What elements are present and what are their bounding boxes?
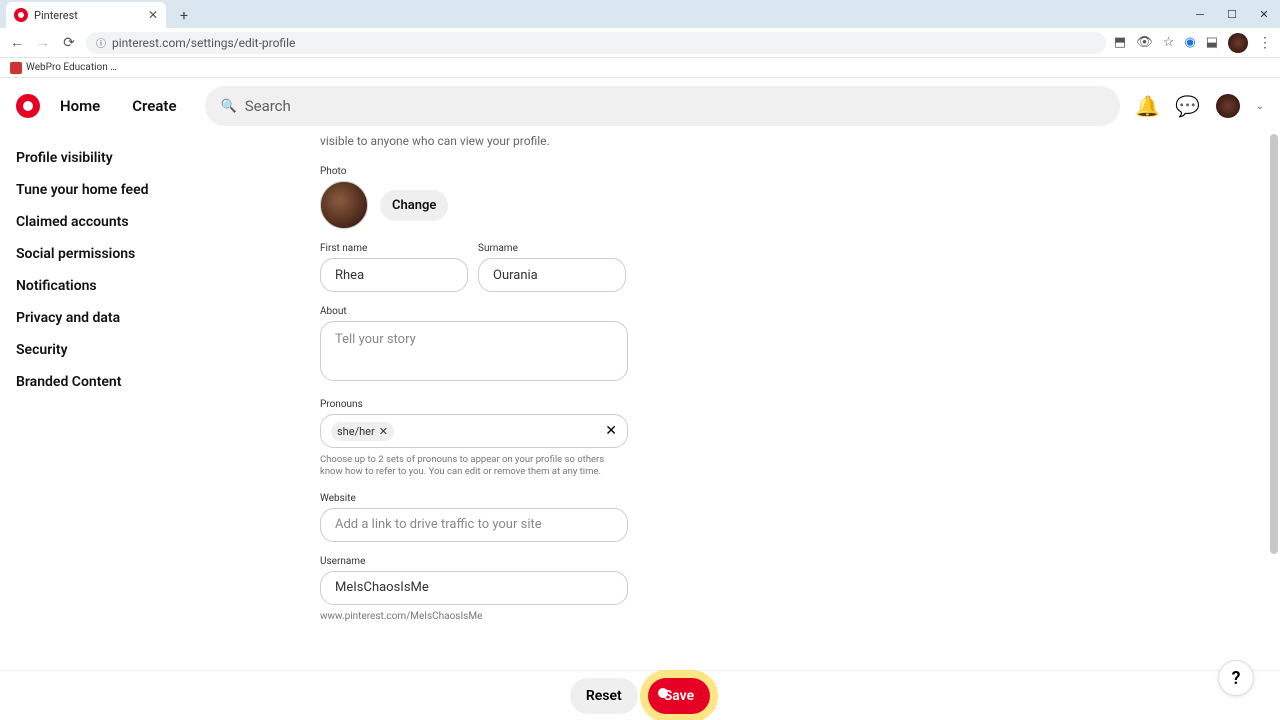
search-placeholder: Search (245, 97, 291, 115)
address-bar: ← → ⟳ ⓘ pinterest.com/settings/edit-prof… (0, 28, 1280, 58)
browser-tab-strip: Pinterest ✕ + ─ ☐ ✕ (0, 0, 1280, 28)
website-input[interactable] (320, 508, 628, 542)
pronouns-input[interactable]: she/her ✕ ✕ (320, 414, 628, 448)
reload-icon[interactable]: ⟳ (60, 34, 78, 52)
notifications-icon[interactable]: 🔔 (1136, 94, 1160, 118)
clear-pronouns-icon[interactable]: ✕ (605, 423, 617, 439)
search-icon: 🔍 (221, 99, 237, 114)
username-label: Username (320, 556, 1280, 567)
chrome-profile-avatar[interactable] (1228, 33, 1248, 53)
sidebar-item-notifications[interactable]: Notifications (16, 270, 224, 302)
scrollbar-thumb[interactable] (1270, 134, 1278, 554)
about-input[interactable] (320, 321, 628, 381)
sidebar-item-security[interactable]: Security (16, 334, 224, 366)
pronouns-help: Choose up to 2 sets of pronouns to appea… (320, 454, 628, 479)
pinterest-favicon-icon (14, 8, 28, 22)
reset-button[interactable]: Reset (570, 678, 638, 714)
cursor-icon (658, 688, 668, 698)
username-url: www.pinterest.com/MeIsChaosIsMe (320, 611, 1280, 622)
chrome-menu-icon[interactable]: ⋮ (1258, 35, 1272, 51)
minimize-icon[interactable]: ─ (1184, 0, 1216, 28)
first-name-label: First name (320, 243, 468, 254)
eye-off-icon[interactable]: 👁 (1136, 35, 1153, 50)
url-input[interactable]: ⓘ pinterest.com/settings/edit-profile (86, 32, 1106, 54)
remove-chip-icon[interactable]: ✕ (379, 425, 388, 438)
edit-profile-form: visible to anyone who can view your prof… (240, 134, 1280, 720)
sidebar-item-profile-visibility[interactable]: Profile visibility (16, 142, 224, 174)
website-label: Website (320, 493, 1280, 504)
close-icon[interactable]: ✕ (148, 8, 158, 22)
save-button[interactable]: Save (648, 678, 710, 714)
pronouns-label: Pronouns (320, 399, 1280, 410)
username-input[interactable] (320, 571, 628, 605)
form-hint: visible to anyone who can view your prof… (320, 134, 1280, 148)
install-icon[interactable]: ⬒ (1114, 35, 1126, 50)
profile-avatar[interactable] (1216, 94, 1240, 118)
messages-icon[interactable]: 💬 (1176, 94, 1200, 118)
star-icon[interactable]: ☆ (1163, 35, 1175, 50)
new-tab-button[interactable]: + (172, 4, 196, 28)
pronoun-chip-text: she/her (337, 425, 375, 438)
bookmark-bar: WebPro Education … (0, 58, 1280, 78)
tab-title: Pinterest (34, 9, 142, 22)
search-input[interactable]: 🔍 Search (205, 86, 1120, 126)
nav-create[interactable]: Create (120, 97, 188, 115)
site-info-icon[interactable]: ⓘ (96, 35, 106, 50)
bookmark-favicon-icon (10, 62, 22, 74)
save-label: Save (664, 688, 694, 704)
sidebar-item-tune-feed[interactable]: Tune your home feed (16, 174, 224, 206)
sidebar-item-branded-content[interactable]: Branded Content (16, 366, 224, 398)
url-text: pinterest.com/settings/edit-profile (112, 36, 295, 50)
nav-home[interactable]: Home (48, 97, 112, 115)
account-menu-icon[interactable]: ⌄ (1256, 101, 1264, 112)
back-icon[interactable]: ← (8, 34, 26, 52)
scrollbar-track[interactable] (1270, 134, 1278, 720)
maximize-icon[interactable]: ☐ (1216, 0, 1248, 28)
download-icon[interactable]: ⬓ (1206, 35, 1218, 50)
photo-label: Photo (320, 166, 1280, 177)
profile-photo (320, 181, 368, 229)
surname-input[interactable] (478, 258, 626, 292)
first-name-input[interactable] (320, 258, 468, 292)
pinterest-header: Home Create 🔍 Search 🔔 💬 ⌄ (0, 78, 1280, 134)
pinterest-logo-icon[interactable] (16, 94, 40, 118)
browser-tab[interactable]: Pinterest ✕ (6, 2, 166, 28)
surname-label: Surname (478, 243, 626, 254)
extension-icon[interactable]: ◉ (1184, 35, 1195, 50)
pronoun-chip: she/her ✕ (331, 422, 394, 441)
settings-sidebar: Profile visibility Tune your home feed C… (0, 134, 240, 720)
sidebar-item-privacy-data[interactable]: Privacy and data (16, 302, 224, 334)
forward-icon[interactable]: → (34, 34, 52, 52)
bookmark-item[interactable]: WebPro Education … (26, 62, 117, 73)
sidebar-item-social-permissions[interactable]: Social permissions (16, 238, 224, 270)
sidebar-item-claimed-accounts[interactable]: Claimed accounts (16, 206, 224, 238)
about-label: About (320, 306, 1280, 317)
help-fab[interactable]: ? (1218, 660, 1254, 696)
change-photo-button[interactable]: Change (380, 190, 448, 221)
form-footer: Reset Save (0, 670, 1280, 720)
close-window-icon[interactable]: ✕ (1248, 0, 1280, 28)
